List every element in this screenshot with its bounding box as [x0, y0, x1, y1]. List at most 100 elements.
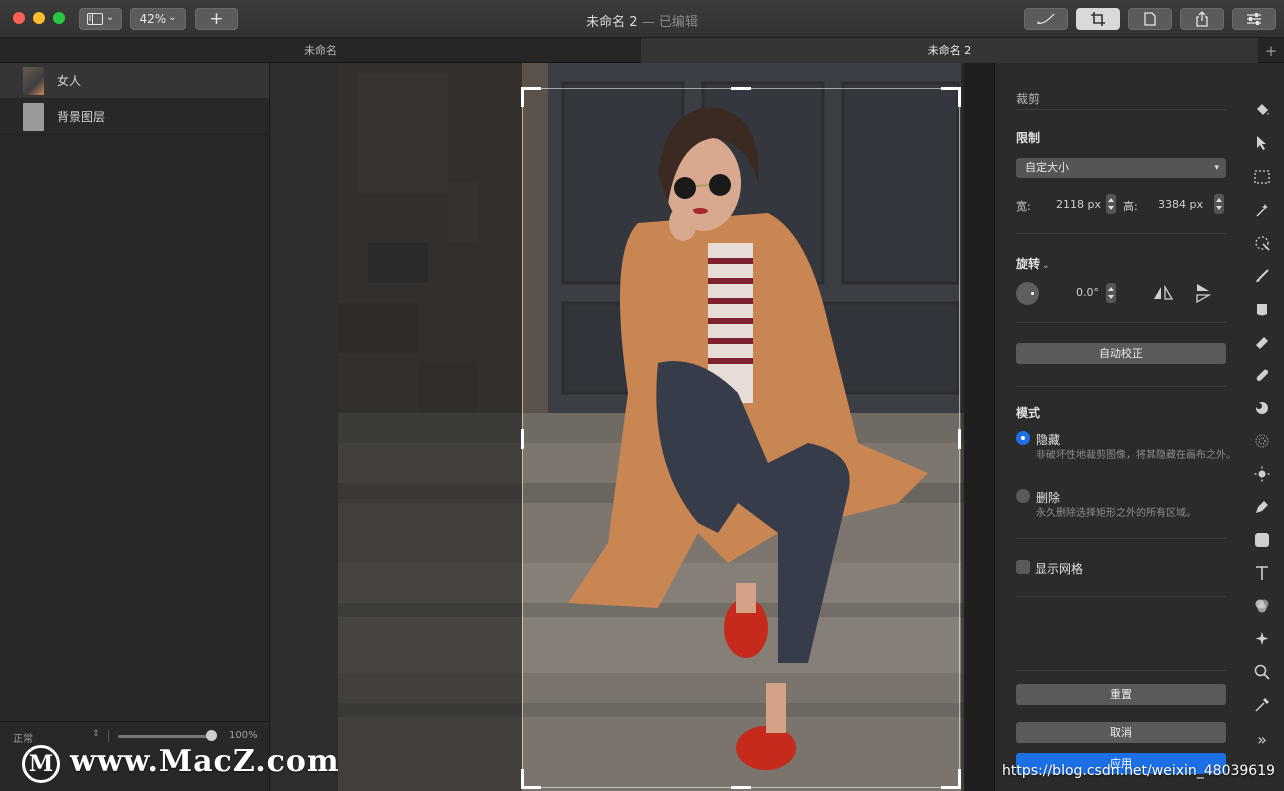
blur-icon[interactable]: [1252, 431, 1272, 451]
layer-thumbnail: [23, 66, 44, 95]
document-button[interactable]: [1128, 8, 1172, 30]
macz-logo: M: [22, 745, 60, 783]
adjustments-button[interactable]: [1232, 8, 1276, 30]
share-button[interactable]: [1180, 8, 1224, 30]
canvas[interactable]: [270, 63, 994, 791]
auto-straighten-button[interactable]: 自动校正: [1016, 343, 1226, 364]
clone-stamp-icon[interactable]: [1252, 398, 1272, 418]
mode-delete-label[interactable]: 删除: [1036, 489, 1060, 506]
plus-icon: +: [1264, 41, 1278, 60]
layers-panel: 女人 背景图层 正常 ⇕ 100%: [0, 63, 270, 791]
rotation-dial[interactable]: [1016, 282, 1039, 305]
bandage-icon[interactable]: [1252, 365, 1272, 385]
text-tool-icon[interactable]: [1252, 563, 1272, 583]
layer-name: 背景图层: [57, 110, 106, 124]
crop-handle-bottom-left[interactable]: [521, 786, 541, 789]
mode-delete-hint: 永久删除选择矩形之外的所有区域。: [1036, 508, 1196, 519]
blend-mode-select[interactable]: 正常: [13, 730, 33, 745]
smart-select-icon[interactable]: [1252, 233, 1272, 253]
show-grid-label[interactable]: 显示网格: [1035, 560, 1083, 577]
rotate-label[interactable]: 旋转 ⌄: [1016, 255, 1050, 272]
flip-horizontal-icon[interactable]: [1153, 285, 1173, 301]
chevron-down-icon: ⌄: [1042, 261, 1050, 271]
flip-vertical-icon[interactable]: [1195, 283, 1211, 303]
tab-untitled[interactable]: 未命名: [0, 38, 641, 63]
layer-row-background[interactable]: 背景图层: [0, 99, 269, 135]
mode-label: 模式: [1016, 406, 1041, 420]
title-bar: ⌄ 42% ⌄ + 未命名 2 — 已编辑: [0, 0, 1284, 38]
divider: [1016, 596, 1226, 597]
height-label: 高:: [1123, 200, 1138, 213]
crop-mask-right: [961, 63, 994, 791]
crop-handle-top-right[interactable]: [958, 87, 961, 107]
panel-title: 裁剪: [1016, 92, 1041, 106]
tools-sidebar: »: [1240, 63, 1284, 791]
watermark-url: https://blog.csdn.net/weixin_48039619: [1002, 763, 1276, 779]
magic-wand-icon[interactable]: [1252, 200, 1272, 220]
color-adjust-icon[interactable]: [1252, 596, 1272, 616]
arrow-cursor-icon[interactable]: [1252, 133, 1272, 153]
tab-untitled-2[interactable]: 未命名 2: [641, 38, 1258, 63]
constrain-value: 自定大小: [1025, 161, 1069, 174]
color-fill-icon[interactable]: [1252, 299, 1272, 319]
mode-hide-hint: 非破坏性地裁剪图像，将其隐藏在画布之外。: [1036, 450, 1236, 461]
crop-icon: [1091, 12, 1105, 26]
sun-icon[interactable]: [1252, 464, 1272, 484]
rotation-angle-field[interactable]: 0.0°: [1076, 286, 1099, 299]
magnifier-icon[interactable]: [1252, 662, 1272, 682]
crop-handle-top-left[interactable]: [521, 87, 524, 107]
rectangle-select-icon[interactable]: [1252, 167, 1272, 187]
share-icon: [1196, 11, 1208, 27]
crop-rectangle[interactable]: [521, 87, 961, 789]
crop-tool-button[interactable]: [1076, 8, 1120, 30]
crop-handle-bottom-right[interactable]: [958, 769, 961, 789]
crop-handle-right[interactable]: [958, 429, 961, 449]
updown-chevron-icon: ⇕: [92, 729, 100, 739]
effects-sparkle-icon[interactable]: [1252, 629, 1272, 649]
crop-handle-left[interactable]: [521, 429, 524, 449]
divider: [1016, 109, 1226, 110]
chevron-down-icon: ▾: [1214, 163, 1219, 173]
show-grid-checkbox[interactable]: [1016, 560, 1030, 574]
crop-handle-top[interactable]: [731, 87, 751, 90]
crop-handle-bottom[interactable]: [731, 786, 751, 789]
crop-handle-top-left[interactable]: [521, 87, 541, 90]
height-stepper[interactable]: [1214, 194, 1224, 214]
mode-hide-label[interactable]: 隐藏: [1036, 431, 1060, 448]
more-tools-icon[interactable]: »: [1252, 729, 1272, 749]
tab-bar: 未命名 未命名 2 +: [0, 38, 1284, 63]
width-stepper[interactable]: [1106, 194, 1116, 214]
eraser-icon[interactable]: [1252, 332, 1272, 352]
rotation-stepper[interactable]: [1106, 283, 1116, 303]
document-icon: [1144, 12, 1156, 26]
divider: [1016, 538, 1226, 539]
crop-handle-bottom-left[interactable]: [521, 769, 524, 789]
edited-status: — 已编辑: [641, 15, 698, 30]
eyedropper-icon[interactable]: [1252, 695, 1272, 715]
brush-icon[interactable]: [1252, 266, 1272, 286]
watermark-site: www.MacZ.com: [70, 744, 340, 779]
mode-delete-radio[interactable]: [1016, 489, 1030, 503]
divider: [108, 730, 109, 742]
pen-stroke-icon: [1037, 13, 1055, 24]
paint-bucket-icon[interactable]: [1252, 100, 1272, 120]
width-field[interactable]: 2118 px: [1056, 198, 1101, 211]
constrain-select[interactable]: 自定大小 ▾: [1016, 158, 1226, 178]
reset-button[interactable]: 重置: [1016, 684, 1226, 705]
width-label: 宽:: [1016, 200, 1031, 213]
mode-hide-radio[interactable]: [1016, 431, 1030, 445]
height-field[interactable]: 3384 px: [1158, 198, 1203, 211]
opacity-slider-knob[interactable]: [206, 730, 217, 741]
divider: [1016, 386, 1226, 387]
layer-row-woman[interactable]: 女人: [0, 63, 269, 99]
cancel-button[interactable]: 取消: [1016, 722, 1226, 743]
markup-tool-button[interactable]: [1024, 8, 1068, 30]
new-tab-button[interactable]: +: [1258, 38, 1284, 63]
pen-nib-icon[interactable]: [1252, 497, 1272, 517]
document-name: 未命名 2: [586, 15, 638, 30]
shape-icon[interactable]: [1252, 530, 1272, 550]
crop-mask-left: [338, 63, 522, 791]
sliders-icon: [1247, 13, 1261, 25]
divider: [1016, 670, 1226, 671]
opacity-slider[interactable]: [118, 735, 214, 738]
